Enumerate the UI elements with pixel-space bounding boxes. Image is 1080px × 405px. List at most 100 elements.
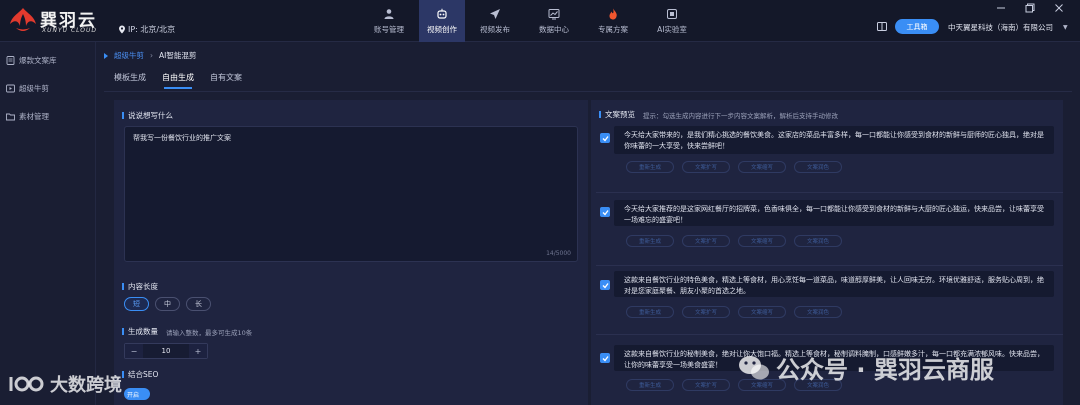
app-logo[interactable]: 巽羽云 XUNYU CLOUD [8, 4, 112, 38]
nav-ai-lab[interactable]: AI实验室 [643, 0, 701, 42]
sidebar-item-super-cut[interactable]: 超级牛剪 [6, 83, 49, 94]
sidebar-item-material-management[interactable]: 素材管理 [6, 111, 49, 122]
item-checkbox[interactable] [600, 133, 610, 143]
prompt-label: 说说想写什么 [122, 110, 173, 121]
main-nav: 账号管理 视频创作 视频发布 数据中心 专属方案 AI实验室 [360, 0, 702, 42]
item-checkbox[interactable] [600, 280, 610, 290]
folder-icon [6, 113, 15, 121]
quantity-stepper: − 10 + [124, 343, 208, 359]
label-bar [122, 112, 124, 119]
ip-location: IP: 北京/北京 [118, 24, 175, 35]
quantity-input[interactable]: 10 [143, 344, 189, 358]
flame-icon [609, 8, 617, 19]
breadcrumb-arrow-icon [104, 52, 108, 59]
document-icon [6, 56, 15, 65]
sidebar-item-label: 超级牛剪 [19, 84, 49, 93]
nav-label: 视频创作 [427, 24, 457, 34]
wechat-icon [739, 355, 769, 379]
preview-text: 今天给大家推荐的是这家网红餐厅的招牌菜，色香味俱全，每一口都能让你感受到食材的新… [624, 205, 1044, 224]
sidebar-item-label: 爆款文案库 [19, 56, 57, 65]
polish-button[interactable]: 文案润色 [794, 235, 842, 247]
polish-button[interactable]: 文案润色 [794, 161, 842, 173]
tab-own-copy[interactable]: 自有文案 [210, 72, 242, 89]
nav-account-management[interactable]: 账号管理 [360, 0, 418, 42]
expand-button[interactable]: 文案扩写 [682, 306, 730, 318]
item-checkbox[interactable] [600, 207, 610, 217]
nav-label: 数据中心 [539, 24, 569, 34]
preview-hint: 提示：勾选生成内容进行下一步内容文案解析，解析后支持手动修改 [643, 111, 838, 120]
sidebar-item-label: 素材管理 [19, 112, 49, 121]
preview-item: 今天给大家带来的，是我们精心挑选的餐饮美食。这家店的菜品丰富多样，每一口都能让你… [596, 126, 1063, 186]
watermark-logo-icon [9, 376, 44, 392]
increment-button[interactable]: + [189, 344, 207, 358]
chevron-down-icon[interactable]: ▼ [1063, 24, 1068, 31]
sidebar-item-hot-copy-library[interactable]: 爆款文案库 [6, 55, 57, 66]
prompt-textarea[interactable]: 帮我写一份餐饮行业的推广文案 14/5000 [124, 126, 578, 262]
polish-button[interactable]: 文案润色 [794, 306, 842, 318]
prompt-value: 帮我写一份餐饮行业的推广文案 [133, 134, 231, 142]
nav-label: AI实验室 [657, 24, 687, 34]
label-bar [599, 111, 601, 118]
check-icon [602, 209, 609, 215]
maximize-icon[interactable] [1025, 3, 1035, 13]
preview-card[interactable]: 今天给大家推荐的是这家网红餐厅的招牌菜，色香味俱全，每一口都能让你感受到食材的新… [614, 200, 1054, 226]
item-divider [596, 192, 1063, 193]
tab-free-generate[interactable]: 自由生成 [162, 72, 194, 89]
check-icon [602, 135, 609, 141]
preview-card[interactable]: 今天给大家带来的，是我们精心挑选的餐饮美食。这家店的菜品丰富多样，每一口都能让你… [614, 126, 1054, 154]
preview-item: 这款来自餐饮行业的特色美食，精选上等食材，用心烹饪每一道菜品，味道醇厚鲜美，让人… [596, 271, 1063, 331]
shorten-button[interactable]: 文案缩写 [738, 306, 786, 318]
person-icon [384, 8, 394, 19]
preview-text: 这款来自餐饮行业的特色美食，精选上等食材，用心烹饪每一道菜品，味道醇厚鲜美，让人… [624, 276, 1044, 295]
check-icon [602, 355, 609, 361]
scissors-icon [6, 84, 15, 93]
count-label: 生成数量 请输入整数，最多可生成10条 [122, 326, 252, 337]
nav-video-publish[interactable]: 视频发布 [466, 0, 524, 42]
item-checkbox[interactable] [600, 353, 610, 363]
book-icon[interactable] [877, 22, 887, 31]
close-icon[interactable] [1054, 3, 1064, 13]
check-icon [602, 282, 609, 288]
breadcrumb: 超级牛剪 › AI智能混剪 [104, 50, 196, 61]
watermark-left: 大数跨境 [8, 371, 122, 397]
expand-button[interactable]: 文案扩写 [682, 161, 730, 173]
item-actions: 重新生成 文案扩写 文案缩写 文案润色 [626, 306, 842, 318]
nav-label: 账号管理 [374, 24, 404, 34]
regenerate-button[interactable]: 重新生成 [626, 306, 674, 318]
label-bar [122, 328, 124, 335]
nav-exclusive-plan[interactable]: 专属方案 [584, 0, 642, 42]
label-bar [122, 371, 124, 378]
preview-card[interactable]: 这款来自餐饮行业的特色美食，精选上等食材，用心烹饪每一道菜品，味道醇厚鲜美，让人… [614, 271, 1054, 297]
breadcrumb-separator: › [150, 51, 153, 60]
nav-data-center[interactable]: 数据中心 [525, 0, 583, 42]
tabs-divider [104, 91, 1072, 92]
send-icon [490, 8, 500, 19]
shorten-button[interactable]: 文案缩写 [738, 161, 786, 173]
preview-title: 文案预览 提示：勾选生成内容进行下一步内容文案解析，解析后支持手动修改 [599, 109, 838, 120]
video-ai-icon [437, 8, 447, 19]
minimize-icon[interactable] [996, 3, 1006, 13]
regenerate-button[interactable]: 重新生成 [626, 235, 674, 247]
item-actions: 重新生成 文案扩写 文案缩写 文案润色 [626, 235, 842, 247]
toolbox-button[interactable]: 工具箱 [895, 19, 939, 34]
expand-button[interactable]: 文案扩写 [682, 379, 730, 391]
nav-video-creation[interactable]: 视频创作 [419, 0, 465, 42]
expand-button[interactable]: 文案扩写 [682, 235, 730, 247]
nav-label: 专属方案 [598, 24, 628, 34]
decrement-button[interactable]: − [125, 344, 143, 358]
length-long-option[interactable]: 长 [186, 297, 211, 311]
logo-mark-icon [10, 8, 36, 31]
length-medium-option[interactable]: 中 [155, 297, 180, 311]
regenerate-button[interactable]: 重新生成 [626, 379, 674, 391]
item-divider [596, 334, 1063, 335]
regenerate-button[interactable]: 重新生成 [626, 161, 674, 173]
chart-icon [548, 8, 560, 19]
breadcrumb-current: AI智能混剪 [159, 51, 197, 60]
lab-icon [667, 8, 677, 19]
company-name[interactable]: 中天翼星科技（海南）有限公司 [948, 22, 1053, 33]
seo-toggle[interactable]: 开启 [124, 388, 150, 400]
breadcrumb-parent[interactable]: 超级牛剪 [114, 50, 144, 61]
length-short-option[interactable]: 短 [124, 297, 149, 311]
shorten-button[interactable]: 文案缩写 [738, 235, 786, 247]
tab-template-generate[interactable]: 模板生成 [114, 72, 146, 89]
